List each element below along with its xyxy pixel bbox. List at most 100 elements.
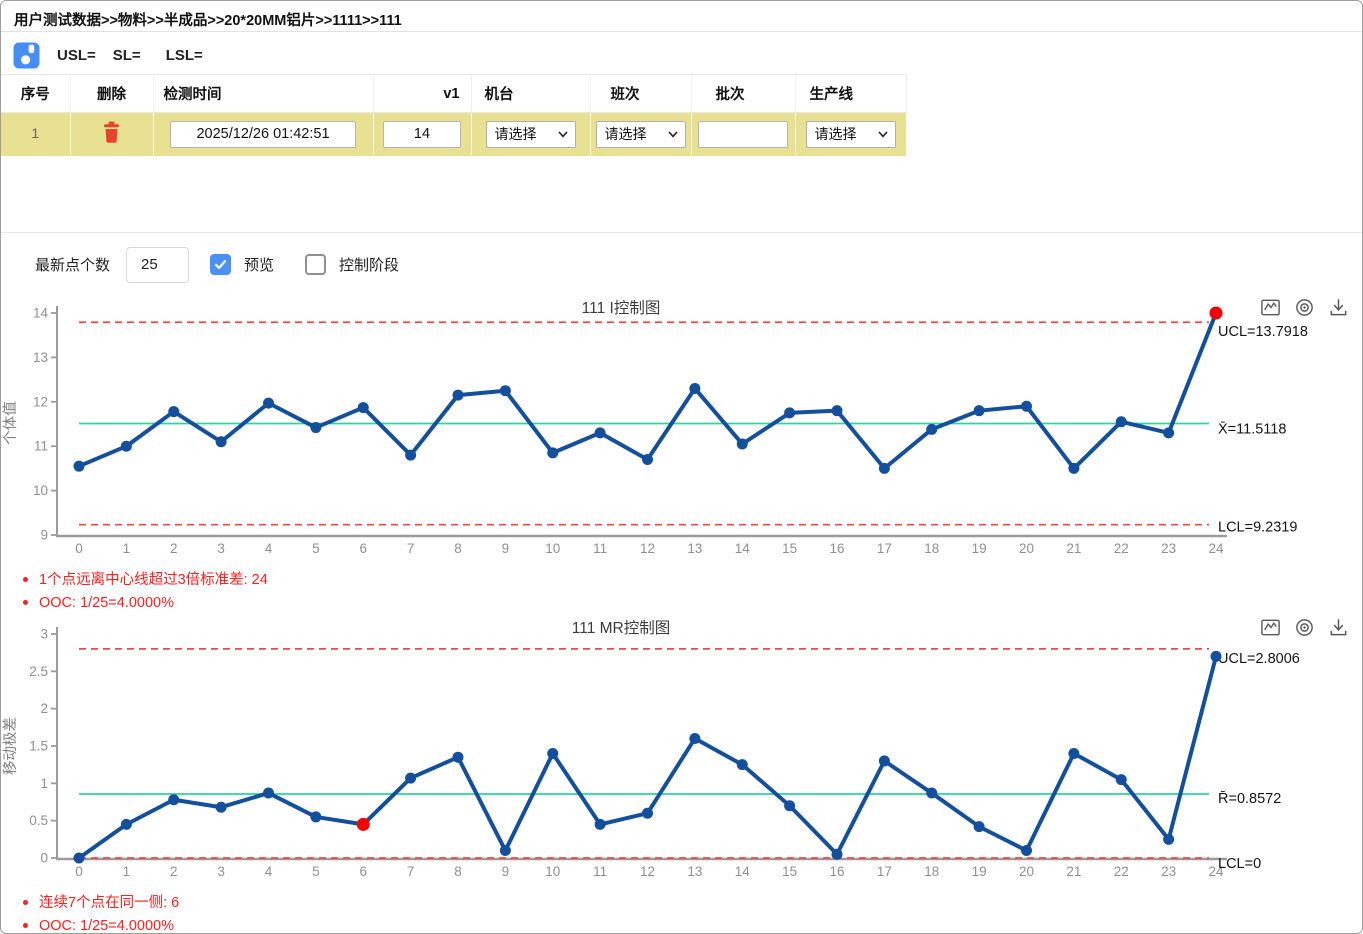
svg-text:19: 19 [972,864,987,879]
svg-text:LCL=9.2319: LCL=9.2319 [1218,519,1297,535]
svg-text:11: 11 [593,864,607,879]
svg-text:14: 14 [735,864,751,879]
eye-icon[interactable] [1294,297,1315,318]
chart-line-icon[interactable] [1260,297,1281,318]
chart-line-icon[interactable] [1260,617,1281,638]
svg-text:0.5: 0.5 [29,813,48,828]
svg-text:5: 5 [312,864,320,879]
svg-text:12: 12 [640,864,655,879]
svg-text:0: 0 [75,541,83,556]
col-header-detect-time: 检测时间 [153,75,373,113]
col-header-machine: 机台 [471,75,590,113]
sl-label: SL= [113,47,141,64]
control-phase-checkbox[interactable] [305,254,326,275]
svg-text:20: 20 [1019,864,1034,879]
svg-text:13: 13 [687,864,702,879]
svg-text:18: 18 [924,864,939,879]
svg-text:9: 9 [502,864,510,879]
svg-text:15: 15 [782,541,797,556]
svg-text:10: 10 [33,483,48,498]
spacer [1,156,1362,233]
svg-text:18: 18 [924,541,939,556]
warning-item: OOC: 1/25=4.0000% [23,592,1362,615]
col-header-delete: 删除 [70,75,153,113]
svg-text:5: 5 [312,541,320,556]
svg-text:2: 2 [40,701,48,716]
svg-text:8: 8 [454,864,462,879]
app-window: 用户测试数据>>物料>>半成品>>20*20MM铝片>>1111>>111 US… [0,0,1363,934]
svg-text:4: 4 [265,864,273,879]
svg-text:2: 2 [170,864,178,879]
delete-row-button[interactable] [102,121,121,143]
svg-text:24: 24 [1208,541,1224,556]
svg-text:1.5: 1.5 [29,738,48,753]
svg-text:23: 23 [1161,541,1176,556]
svg-text:7: 7 [407,864,415,879]
download-icon[interactable] [1328,297,1349,318]
v1-input[interactable] [383,121,461,148]
preview-checkbox[interactable] [210,254,231,275]
svg-text:11: 11 [34,438,48,453]
shift-select-value: 请选择 [605,124,647,144]
production-line-select[interactable]: 请选择 [806,121,896,148]
save-button[interactable] [13,42,40,69]
svg-text:8: 8 [454,541,462,556]
svg-text:21: 21 [1066,541,1081,556]
control-phase-label: 控制阶段 [339,254,399,275]
save-floppy-icon [13,42,40,69]
col-header-batch: 批次 [691,75,795,113]
mr-chart-title: 111 MR控制图 [1,616,1241,638]
svg-text:22: 22 [1114,541,1129,556]
warning-item: 1个点远离中心线超过3倍标准差: 24 [23,569,1362,592]
svg-text:6: 6 [359,541,367,556]
toolbar: USL= SL= LSL= [1,32,1362,74]
svg-text:23: 23 [1161,864,1176,879]
i-chart-section: 9101112131401234567891011121314151617181… [1,295,1362,561]
svg-text:1: 1 [40,775,48,790]
svg-text:17: 17 [877,541,892,556]
svg-text:6: 6 [359,864,367,879]
svg-text:22: 22 [1114,864,1129,879]
col-header-seq: 序号 [1,75,70,113]
svg-text:4: 4 [265,541,273,556]
svg-text:12: 12 [33,394,48,409]
svg-text:UCL=13.7918: UCL=13.7918 [1218,324,1308,340]
svg-text:21: 21 [1066,864,1081,879]
download-icon[interactable] [1328,617,1349,638]
detect-time-input[interactable] [170,121,356,148]
warning-item: OOC: 1/25=4.0000% [23,915,1362,934]
svg-text:UCL=2.8006: UCL=2.8006 [1218,650,1300,666]
svg-text:17: 17 [877,864,892,879]
eye-icon[interactable] [1294,617,1315,638]
chart-controls: 最新点个数 预览 控制阶段 [1,233,1362,295]
i-chart-title: 111 I控制图 [1,296,1241,318]
svg-text:16: 16 [829,541,844,556]
machine-select[interactable]: 请选择 [486,121,576,148]
trash-icon [102,121,121,143]
breadcrumb: 用户测试数据>>物料>>半成品>>20*20MM铝片>>1111>>111 [1,1,1362,32]
svg-text:2.5: 2.5 [29,663,48,678]
shift-select[interactable]: 请选择 [596,121,686,148]
svg-text:20: 20 [1019,541,1034,556]
col-header-shift: 班次 [590,75,691,113]
i-chart-plot: 9101112131401234567891011121314151617181… [1,295,1362,561]
svg-text:3: 3 [217,864,225,879]
svg-text:13: 13 [33,349,48,364]
chevron-down-icon [668,131,678,138]
latest-points-input[interactable] [126,247,189,283]
mr-chart-plot: 00.511.522.53012345678910111213141516171… [1,615,1362,885]
svg-text:3: 3 [217,541,225,556]
batch-input[interactable] [698,121,788,148]
row-seq-number: 1 [31,125,39,141]
svg-text:个体值: 个体值 [2,401,19,445]
lsl-label: LSL= [166,47,203,64]
svg-text:16: 16 [829,864,844,879]
svg-text:15: 15 [782,864,797,879]
i-chart-toolbar [1260,297,1349,318]
svg-text:12: 12 [640,541,655,556]
svg-text:1: 1 [123,541,131,556]
mr-chart-warnings: 连续7个点在同一侧: 6 OOC: 1/25=4.0000% [1,885,1362,934]
i-chart-warnings: 1个点远离中心线超过3倍标准差: 24 OOC: 1/25=4.0000% [1,561,1362,615]
svg-text:1: 1 [123,864,131,879]
table-row: 1 请 [1,113,906,156]
